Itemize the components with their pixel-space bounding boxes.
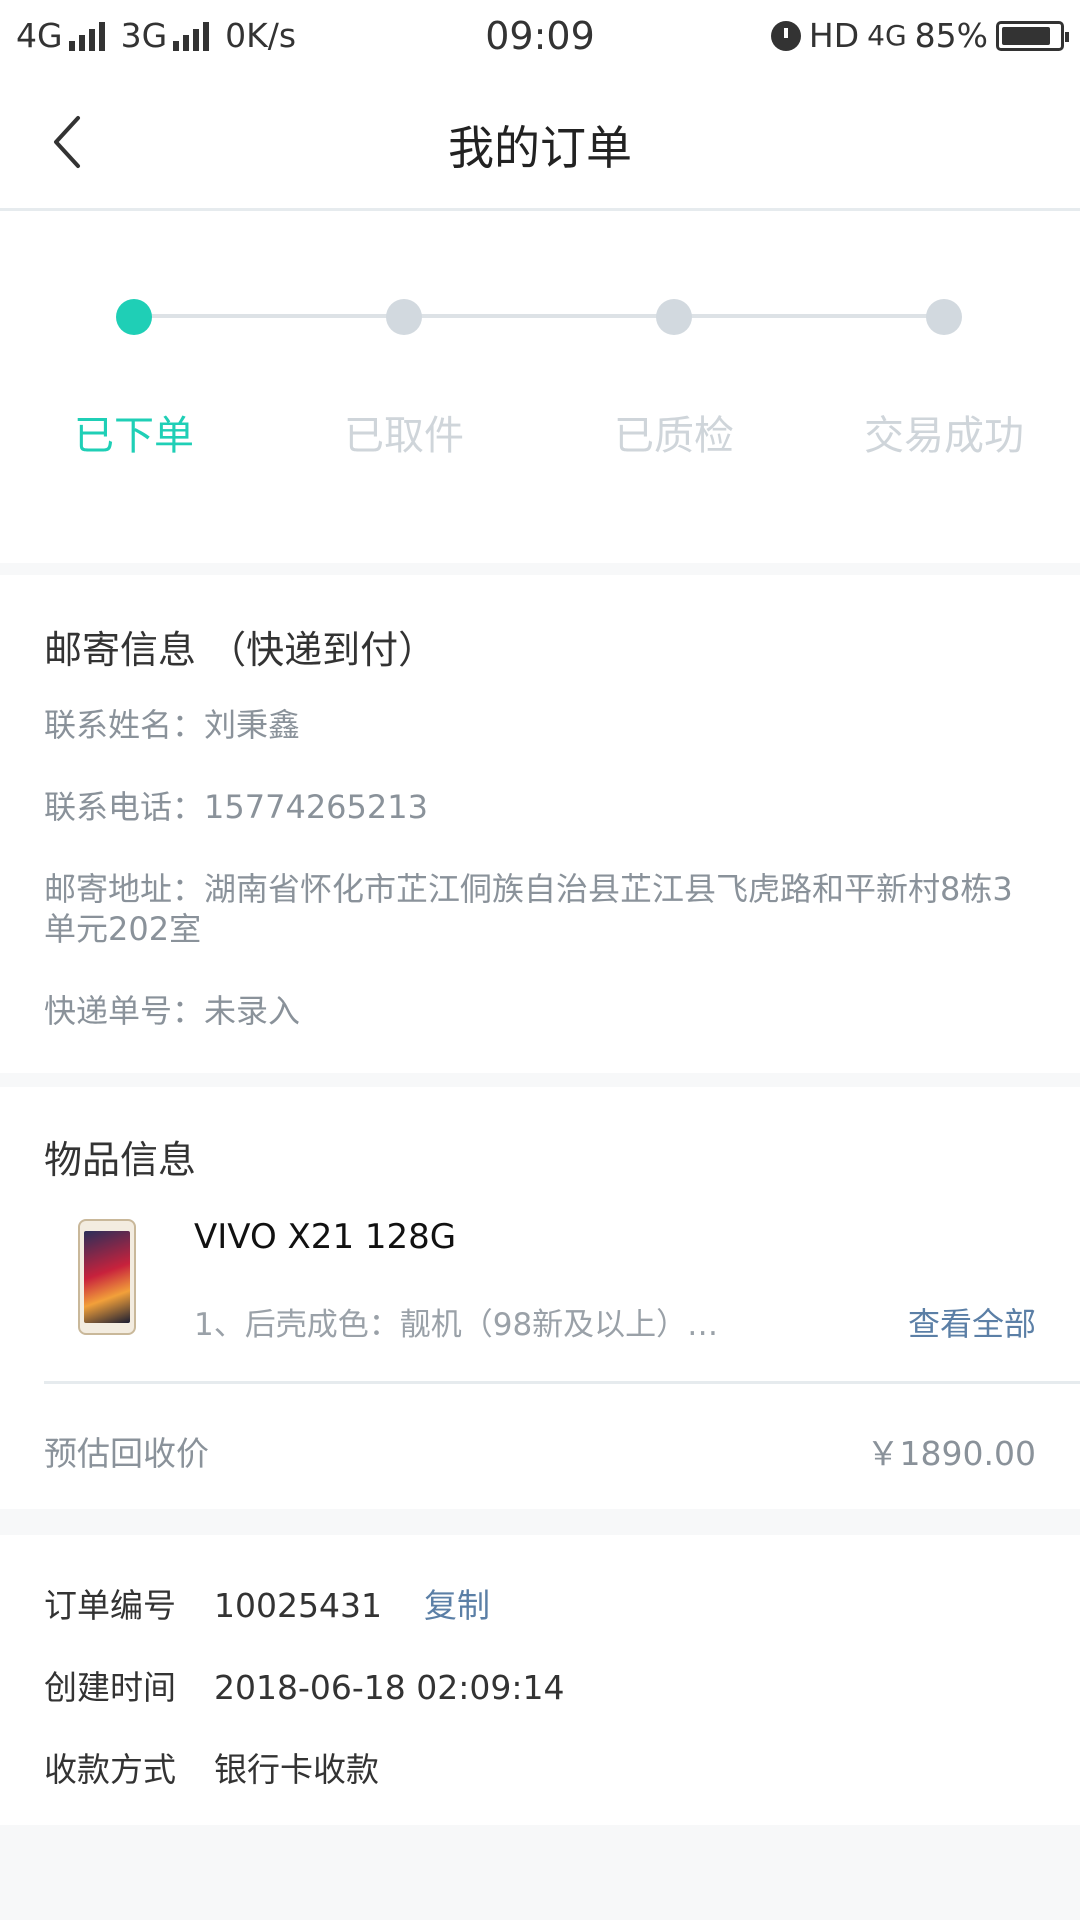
contact-name: 刘秉鑫 (204, 706, 301, 744)
progress-track (134, 314, 944, 318)
address-row: 邮寄地址：湖南省怀化市芷江侗族自治县芷江县飞虎路和平新村8栋3单元202室 (44, 869, 1034, 949)
step-label-picked-up: 已取件 (344, 413, 464, 459)
contact-name-label: 联系姓名： (44, 706, 205, 744)
status-right: HD 4G 85% (770, 16, 1069, 55)
product-image (78, 1219, 136, 1335)
product-name: VIVO X21 128G (194, 1217, 457, 1257)
step-label-completed: 交易成功 (864, 413, 1024, 459)
contact-name-row: 联系姓名：刘秉鑫 (44, 705, 1034, 745)
see-all-link[interactable]: 查看全部 (908, 1299, 1036, 1345)
tracking-row: 快递单号：未录入 (44, 991, 1034, 1031)
alarm-icon (770, 20, 801, 51)
shipping-title: 邮寄信息 （快递到付） (44, 628, 437, 672)
step-label-inspected: 已质检 (614, 413, 734, 459)
payment-method-label: 收款方式 (44, 1750, 176, 1789)
contact-phone-row: 联系电话：15774265213 (44, 787, 1034, 827)
battery-percent: 85% (914, 16, 988, 55)
shipping-info-card: 邮寄信息 （快递到付） 联系姓名：刘秉鑫 联系电话：15774265213 邮寄… (0, 575, 1080, 1073)
order-progress: 已下单 已取件 已质检 交易成功 (0, 211, 1080, 563)
order-number: 10025431 (214, 1586, 382, 1625)
tracking-label: 快递单号： (44, 992, 205, 1030)
created-time-label: 创建时间 (44, 1668, 176, 1707)
step-dot-picked-up (386, 299, 422, 335)
page-title: 我的订单 (448, 121, 632, 175)
tracking-number: 未录入 (204, 992, 301, 1030)
status-bar: 4G 3G 0K/s 09:09 HD 4G 85% (0, 0, 1080, 76)
network-4g-right-label: 4G (867, 19, 907, 52)
battery-icon (996, 20, 1069, 51)
step-dot-ordered (116, 299, 152, 335)
created-time-row: 创建时间 2018-06-18 02:09:14 (44, 1661, 564, 1709)
order-number-label: 订单编号 (44, 1586, 176, 1625)
nav-bar: 我的订单 (0, 76, 1080, 211)
estimated-price-label: 预估回收价 (44, 1434, 209, 1473)
product-spec: 1、后壳成色：靓机（98新及以上）… (194, 1307, 719, 1343)
created-time: 2018-06-18 02:09:14 (214, 1668, 565, 1707)
estimated-price: ￥1890.00 (866, 1434, 1036, 1473)
contact-phone: 15774265213 (204, 788, 428, 826)
payment-method-row: 收款方式 银行卡收款 (44, 1743, 379, 1791)
order-info-card: 订单编号 10025431 复制 创建时间 2018-06-18 02:09:14 收… (0, 1535, 1080, 1825)
contact-phone-label: 联系电话： (44, 788, 205, 826)
hd-label: HD (808, 16, 860, 55)
address-label: 邮寄地址： (44, 870, 205, 908)
copy-button[interactable]: 复制 (424, 1586, 490, 1625)
step-dot-inspected (656, 299, 692, 335)
divider (44, 1381, 1080, 1384)
payment-method: 银行卡收款 (214, 1750, 379, 1789)
battery-fill (1002, 26, 1050, 45)
order-number-row: 订单编号 10025431 复制 (44, 1579, 490, 1627)
step-dot-completed (926, 299, 962, 335)
item-title: 物品信息 (44, 1138, 197, 1182)
item-info-card: 物品信息 VIVO X21 128G 1、后壳成色：靓机（98新及以上）… 查看… (0, 1087, 1080, 1509)
step-label-ordered: 已下单 (74, 413, 194, 459)
